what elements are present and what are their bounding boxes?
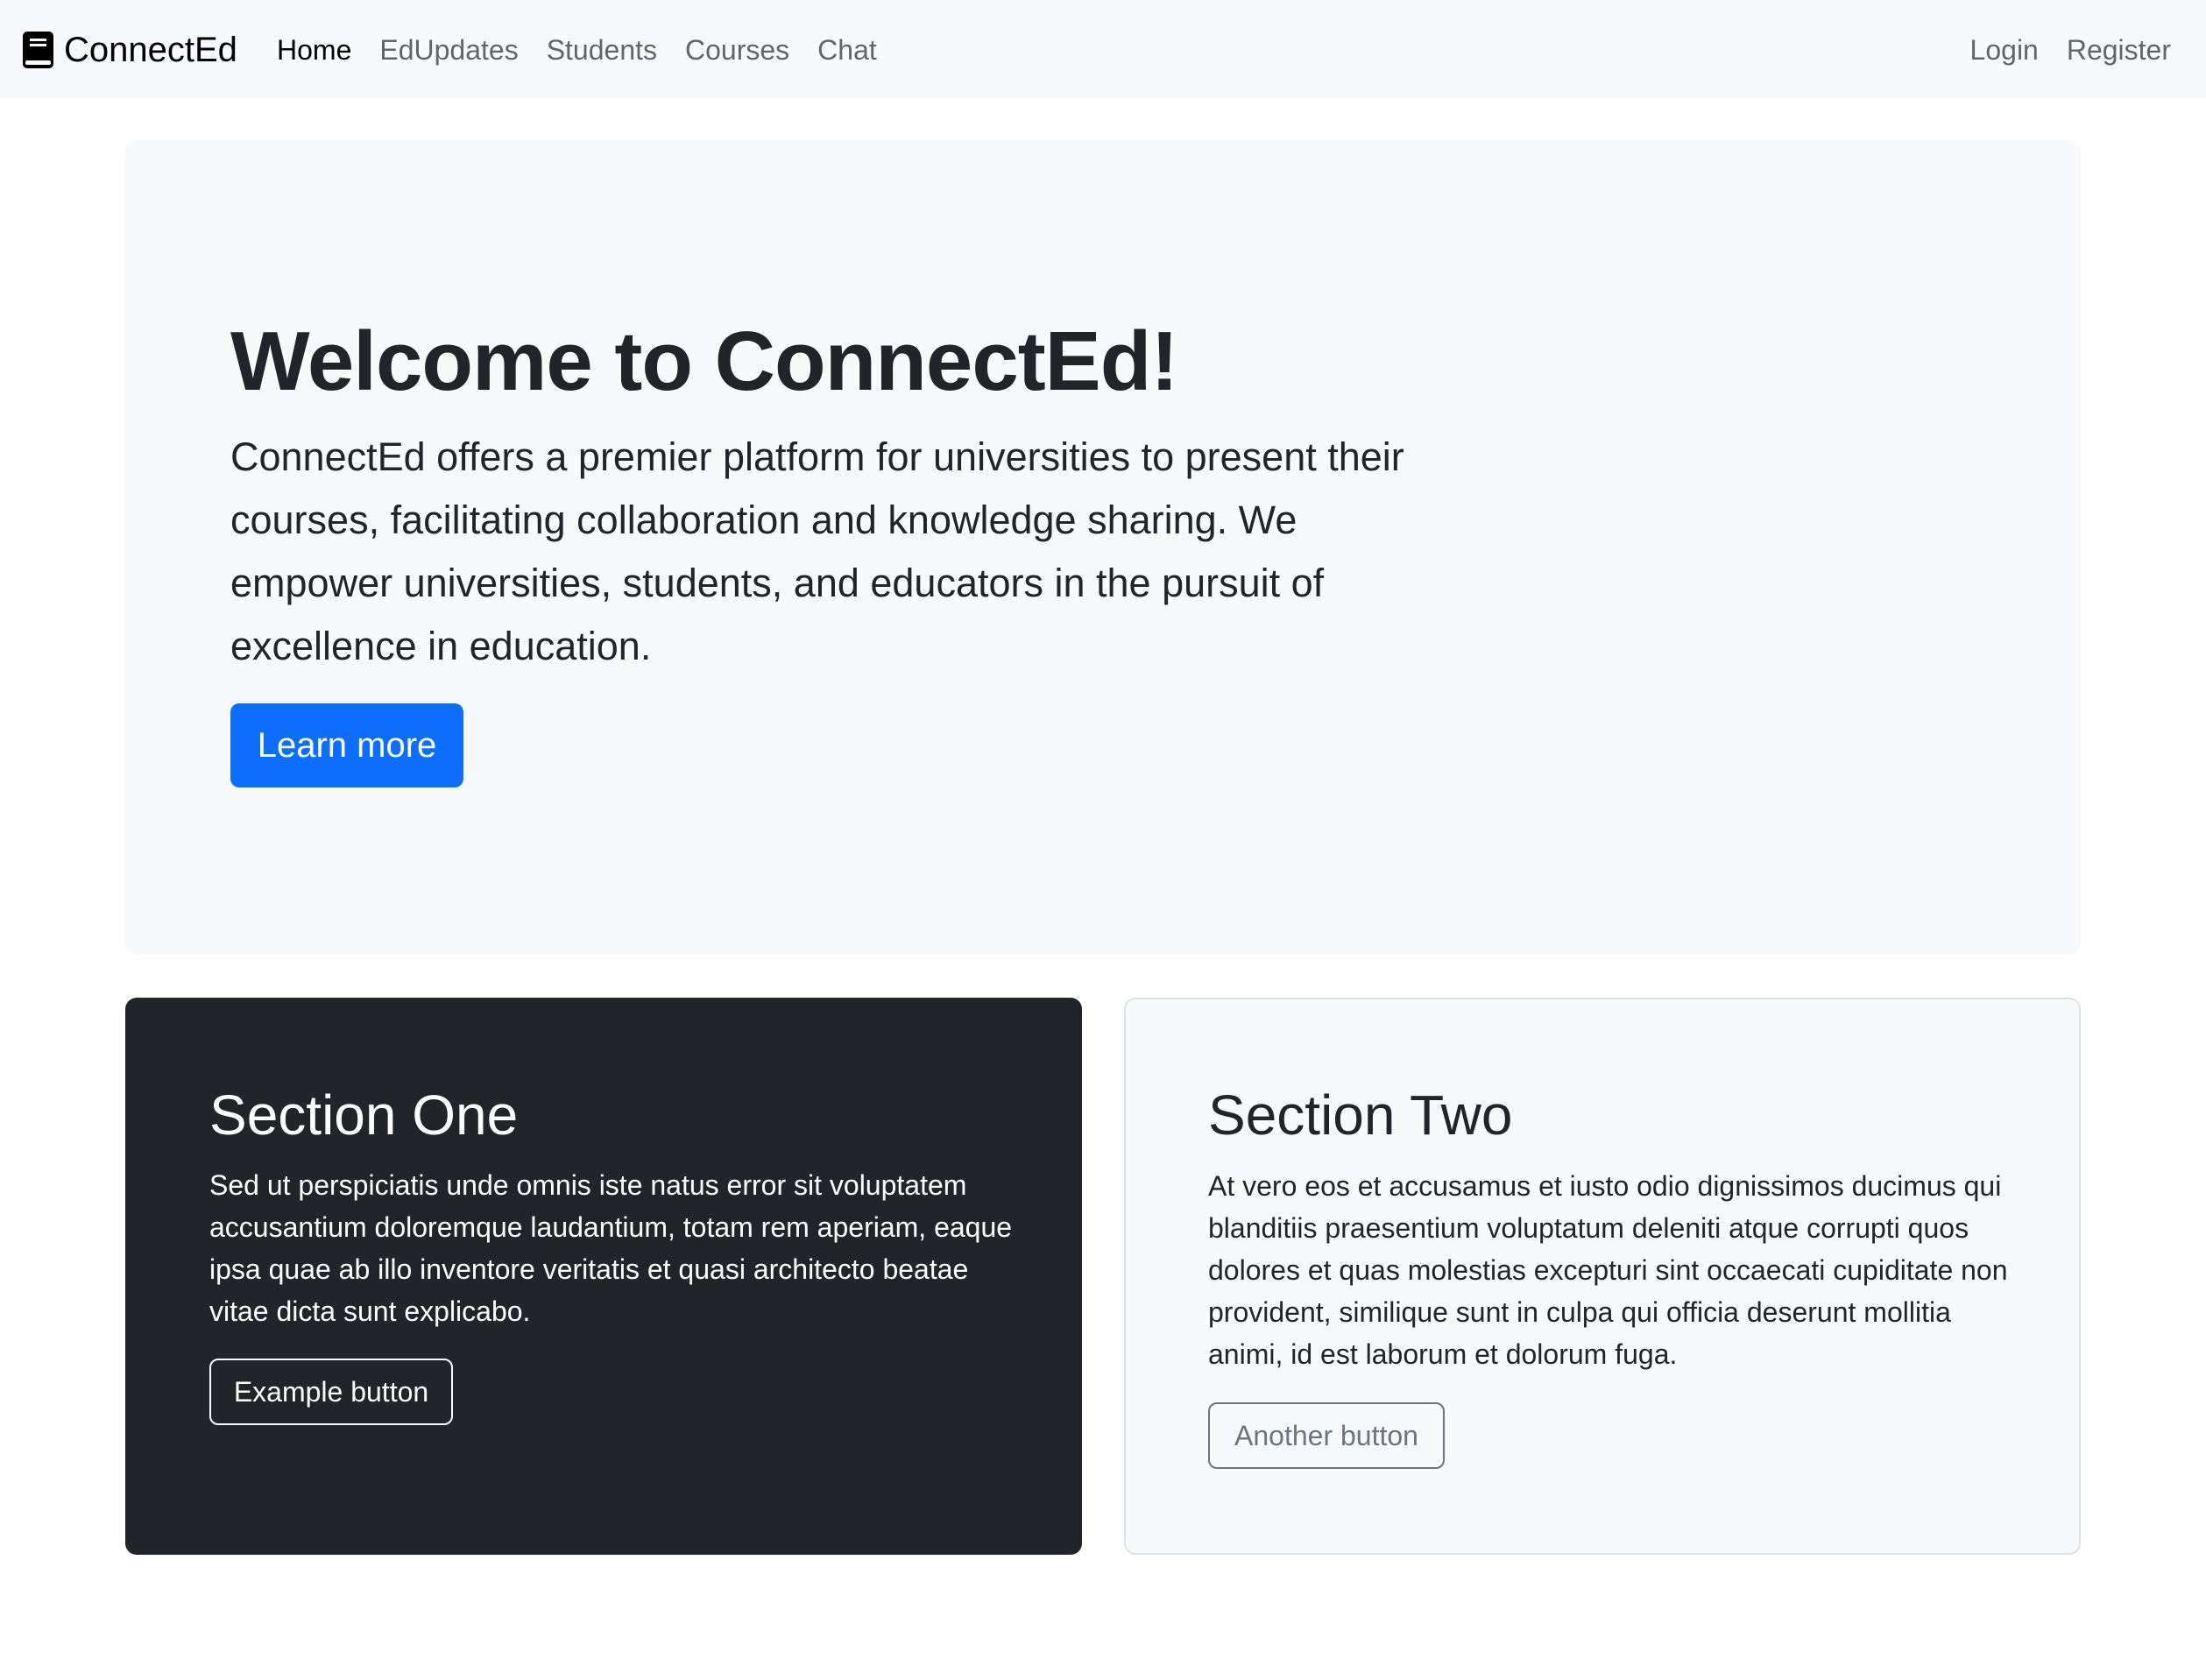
nav-link-chat[interactable]: Chat [817,28,877,72]
learn-more-button[interactable]: Learn more [230,703,463,787]
hero-description: ConnectEd offers a premier platform for … [230,434,1404,668]
nav-link-register[interactable]: Register [2067,28,2171,72]
another-button[interactable]: Another button [1208,1402,1445,1469]
brand-name: ConnectEd [64,31,237,69]
nav-auth-links: Login Register [1942,28,2171,72]
nav-link-students[interactable]: Students [547,28,657,72]
nav-link-courses[interactable]: Courses [685,28,789,72]
nav-links: Home EdUpdates Students Courses Chat [277,28,905,72]
example-button[interactable]: Example button [209,1359,453,1425]
hero-section: Welcome to ConnectEd! ConnectEd offers a… [125,140,2081,955]
navbar: ConnectEd Home EdUpdates Students Course… [0,0,2206,98]
section-one-text: Sed ut perspiciatis unde omnis iste natu… [209,1169,1013,1327]
book-icon [23,32,53,68]
hero-title: Welcome to ConnectEd! [230,314,1178,408]
section-one-card: Section One Sed ut perspiciatis unde omn… [125,998,1082,1555]
section-two-card: Section Two At vero eos et accusamus et … [1124,998,2081,1555]
nav-link-edupdates[interactable]: EdUpdates [379,28,518,72]
section-one-title: Section One [209,1084,519,1147]
nav-link-home[interactable]: Home [277,28,351,72]
section-two-title: Section Two [1208,1084,1513,1147]
brand-link[interactable]: ConnectEd [23,28,237,72]
nav-link-login[interactable]: Login [1970,28,2039,72]
section-two-text: At vero eos et accusamus et iusto odio d… [1208,1170,2008,1370]
